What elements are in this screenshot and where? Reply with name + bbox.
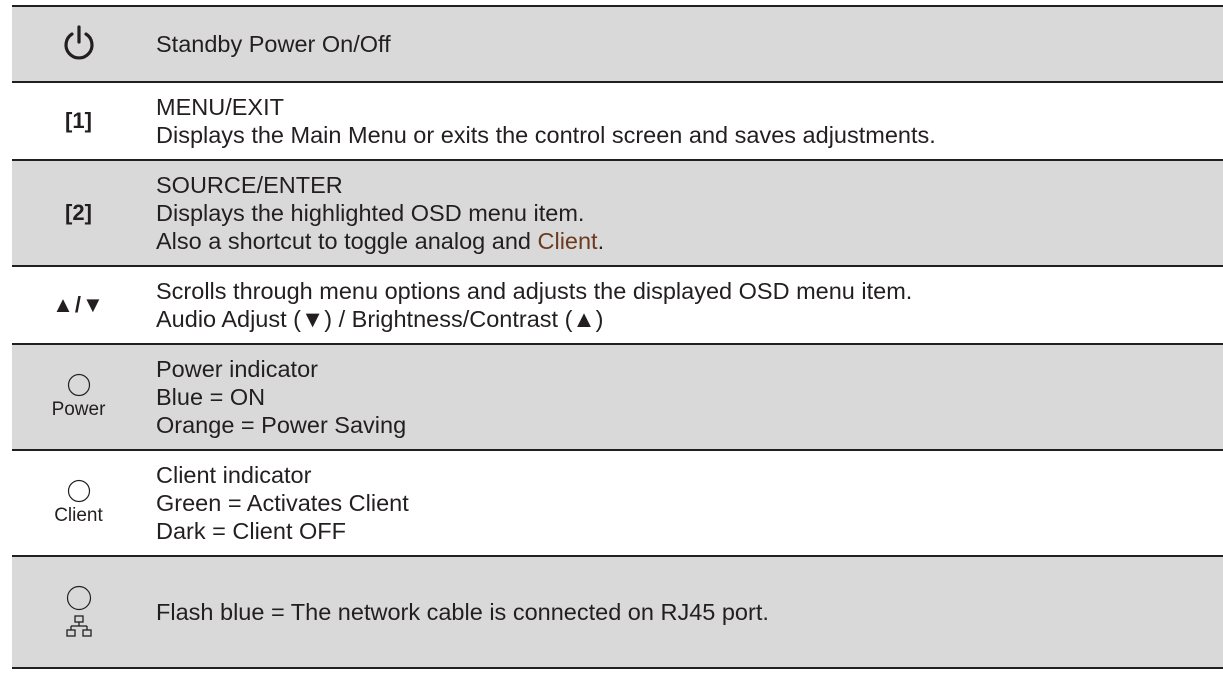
description-title: Power indicator xyxy=(156,356,318,382)
description-line: Scrolls through menu options and adjusts… xyxy=(156,278,913,304)
key-label: [2] xyxy=(65,200,92,225)
description-line: Orange = Power Saving xyxy=(156,412,407,438)
description-cell: Client indicator Green = Activates Clien… xyxy=(145,451,1223,555)
symbol-cell: [2] xyxy=(12,161,145,265)
description-line: Displays the Main Menu or exits the cont… xyxy=(156,122,936,148)
description-line: Standby Power On/Off xyxy=(156,31,391,57)
table-row: [1] MENU/EXIT Displays the Main Menu or … xyxy=(12,81,1223,159)
description-cell: Power indicator Blue = ON Orange = Power… xyxy=(145,345,1223,449)
indicator-circle-icon xyxy=(67,479,90,503)
description-cell: Standby Power On/Off xyxy=(145,7,1223,81)
description-title: SOURCE/ENTER xyxy=(156,172,343,198)
description-line: Flash blue = The network cable is connec… xyxy=(156,599,769,625)
up-down-arrow-keys: ▲/▼ xyxy=(52,292,105,317)
description-title: MENU/EXIT xyxy=(156,94,284,120)
description-line: Audio Adjust (▼) / Brightness/Contrast (… xyxy=(156,306,604,332)
description-cell: MENU/EXIT Displays the Main Menu or exit… xyxy=(145,83,1223,159)
power-button-icon xyxy=(63,25,94,60)
description-line: Blue = ON xyxy=(156,384,266,410)
indicator-circle-icon xyxy=(66,585,91,611)
symbol-cell: ▲/▼ xyxy=(12,267,145,343)
table-row: Power Power indicator Blue = ON Orange =… xyxy=(12,343,1223,449)
control-reference-table: Standby Power On/Off [1] MENU/EXIT Displ… xyxy=(12,5,1223,669)
symbol-cell xyxy=(12,7,145,81)
table-row: Client Client indicator Green = Activate… xyxy=(12,449,1223,555)
key-label: [1] xyxy=(65,108,92,133)
description-cell: Scrolls through menu options and adjusts… xyxy=(145,267,1223,343)
symbol-cell: [1] xyxy=(12,83,145,159)
table-row: ▲/▼ Scrolls through menu options and adj… xyxy=(12,265,1223,343)
description-title: Client indicator xyxy=(156,462,312,488)
table-row: Flash blue = The network cable is connec… xyxy=(12,555,1223,669)
description-cell: SOURCE/ENTER Displays the highlighted OS… xyxy=(145,161,1223,265)
table-row: [2] SOURCE/ENTER Displays the highlighte… xyxy=(12,159,1223,265)
description-line: Displays the highlighted OSD menu item. xyxy=(156,200,585,226)
indicator-label: Client xyxy=(54,505,103,526)
table-row: Standby Power On/Off xyxy=(12,5,1223,81)
network-icon xyxy=(65,615,92,637)
description-line: Also a shortcut to toggle analog and Cli… xyxy=(156,228,605,254)
symbol-cell xyxy=(12,557,145,667)
symbol-cell: Power xyxy=(12,345,145,449)
symbol-cell: Client xyxy=(12,451,145,555)
description-line: Green = Activates Client xyxy=(156,490,409,516)
description-cell: Flash blue = The network cable is connec… xyxy=(145,557,1223,667)
indicator-circle-icon xyxy=(67,373,90,397)
indicator-label: Power xyxy=(51,399,106,420)
highlighted-term: Client xyxy=(537,228,598,254)
description-line: Dark = Client OFF xyxy=(156,518,346,544)
